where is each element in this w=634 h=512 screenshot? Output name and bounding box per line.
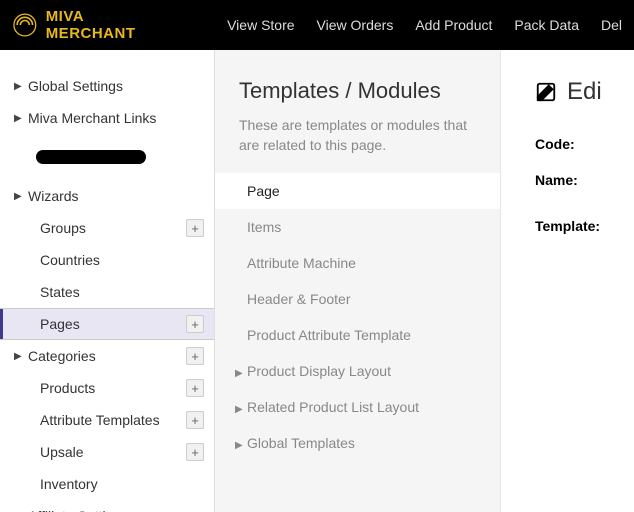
module-item-product-attribute-template[interactable]: ▶Product Attribute Template (215, 317, 500, 353)
sidebar-label: Pages (40, 316, 186, 332)
module-item-product-display-layout[interactable]: ▶Product Display Layout (215, 353, 500, 389)
module-label: Product Attribute Template (247, 327, 411, 343)
edit-title-text: Edi (567, 78, 602, 106)
nav-add-product[interactable]: Add Product (415, 17, 492, 33)
field-name: Name: (535, 172, 634, 188)
nav-delete[interactable]: Del (601, 17, 622, 33)
nav-pack-data[interactable]: Pack Data (514, 17, 579, 33)
caret-right-icon: ▶ (235, 440, 247, 451)
sidebar-label: Global Settings (28, 78, 204, 94)
module-item-global-templates[interactable]: ▶Global Templates (215, 425, 500, 461)
caret-right-icon: ▶ (14, 191, 22, 202)
field-code: Code: (535, 136, 634, 152)
module-label: Product Display Layout (247, 363, 391, 379)
field-label: Code: (535, 136, 575, 152)
sidebar-item-global-settings[interactable]: ▶ Global Settings (0, 70, 214, 102)
module-item-header-footer[interactable]: ▶Header & Footer (215, 281, 500, 317)
module-label: Page (247, 183, 280, 199)
caret-right-icon: ▶ (14, 81, 22, 92)
sidebar-item-pages[interactable]: ▶ Pages + (0, 308, 214, 340)
module-item-page[interactable]: ▶Page (215, 173, 500, 209)
sidebar-label: Countries (40, 252, 204, 268)
module-item-items[interactable]: ▶Items (215, 209, 500, 245)
nav-view-store[interactable]: View Store (227, 17, 294, 33)
edit-icon (535, 81, 557, 103)
field-label: Name: (535, 172, 578, 188)
module-item-attribute-machine[interactable]: ▶Attribute Machine (215, 245, 500, 281)
sidebar-label: Affiliate Settings (28, 508, 204, 512)
sidebar-item-affiliate-settings[interactable]: ▶ Affiliate Settings (0, 500, 214, 512)
add-attribute-template-button[interactable]: + (186, 411, 204, 429)
sidebar-item-states[interactable]: ▶ States (0, 276, 214, 308)
brand-logo[interactable]: MIVA MERCHANT (12, 8, 167, 42)
module-label: Global Templates (247, 435, 355, 451)
sidebar-label: Wizards (28, 188, 204, 204)
sidebar-item-countries[interactable]: ▶ Countries (0, 244, 214, 276)
nav-view-orders[interactable]: View Orders (317, 17, 394, 33)
sidebar-label: Upsale (40, 444, 186, 460)
panel-title: Templates / Modules (239, 78, 476, 104)
topbar: MIVA MERCHANT View Store View Orders Add… (0, 0, 634, 50)
top-nav: View Store View Orders Add Product Pack … (227, 17, 622, 33)
caret-right-icon: ▶ (235, 404, 247, 415)
add-upsale-button[interactable]: + (186, 443, 204, 461)
add-page-button[interactable]: + (186, 315, 204, 333)
add-product-button[interactable]: + (186, 379, 204, 397)
sidebar-label: Inventory (40, 476, 204, 492)
sidebar-label: Groups (40, 220, 186, 236)
module-label: Attribute Machine (247, 255, 356, 271)
module-label: Header & Footer (247, 291, 351, 307)
module-label: Related Product List Layout (247, 399, 419, 415)
add-category-button[interactable]: + (186, 347, 204, 365)
module-item-related-product-list-layout[interactable]: ▶Related Product List Layout (215, 389, 500, 425)
caret-right-icon: ▶ (14, 351, 22, 362)
caret-right-icon: ▶ (14, 113, 22, 124)
panel-subtitle: These are templates or modules that are … (239, 116, 476, 155)
sidebar-item-categories[interactable]: ▶ Categories + (0, 340, 214, 372)
sidebar-item-products[interactable]: ▶ Products + (0, 372, 214, 404)
add-group-button[interactable]: + (186, 219, 204, 237)
sidebar-item-wizards[interactable]: ▶ Wizards (0, 180, 214, 212)
sidebar-item-attribute-templates[interactable]: ▶ Attribute Templates + (0, 404, 214, 436)
sidebar-item-inventory[interactable]: ▶ Inventory (0, 468, 214, 500)
module-list: ▶Page ▶Items ▶Attribute Machine ▶Header … (215, 173, 500, 461)
sidebar-label: Attribute Templates (40, 412, 186, 428)
module-label: Items (247, 219, 281, 235)
sidebar-item-upsale[interactable]: ▶ Upsale + (0, 436, 214, 468)
sidebar-item-miva-links[interactable]: ▶ Miva Merchant Links (0, 102, 214, 134)
sidebar-label: Products (40, 380, 186, 396)
sidebar-label: States (40, 284, 204, 300)
edit-panel: Edi Code: Name: Template: (501, 50, 634, 512)
sidebar-label: Categories (28, 348, 186, 364)
redacted-item (36, 150, 146, 164)
sidebar-label: Miva Merchant Links (28, 110, 204, 126)
field-label: Template: (535, 218, 600, 234)
brand-name: MIVA MERCHANT (46, 8, 167, 42)
main-area: ▶ Global Settings ▶ Miva Merchant Links … (0, 50, 634, 512)
edit-title: Edi (535, 78, 634, 106)
templates-modules-panel: Templates / Modules These are templates … (215, 50, 501, 512)
sidebar-item-groups[interactable]: ▶ Groups + (0, 212, 214, 244)
field-template: Template: (535, 218, 634, 234)
sidebar: ▶ Global Settings ▶ Miva Merchant Links … (0, 50, 215, 512)
caret-right-icon: ▶ (235, 368, 247, 379)
miva-logo-icon (12, 11, 38, 39)
